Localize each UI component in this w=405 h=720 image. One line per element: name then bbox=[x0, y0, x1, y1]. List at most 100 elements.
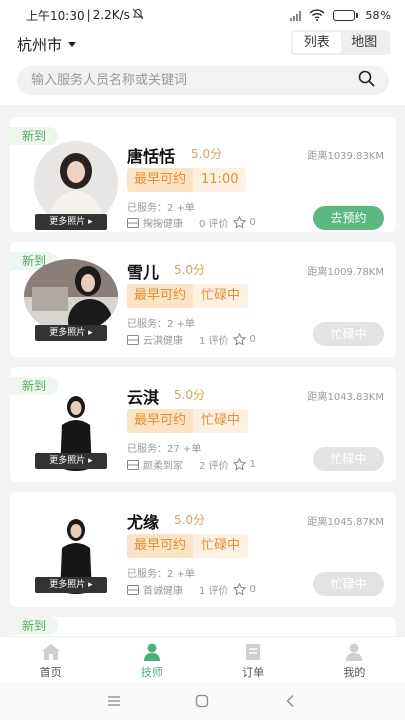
busy-button[interactable]: 忙碌中 bbox=[313, 447, 384, 471]
battery-level: 58 bbox=[365, 8, 380, 22]
worker-card[interactable]: 新到 bbox=[10, 617, 396, 636]
system-nav-bar bbox=[0, 682, 405, 720]
more-photos-button[interactable]: 更多照片 ▸ bbox=[35, 453, 107, 469]
worker-name: 云淇 bbox=[127, 388, 160, 407]
worker-score: 5.0分 bbox=[174, 388, 206, 402]
worker-list: 新到 更多照片 ▸ 唐恬恬 5.0分 距离1039.83KM 最早可约 11:0… bbox=[0, 105, 405, 636]
served-count: 已服务：2 +单 bbox=[127, 203, 195, 214]
store-icon bbox=[127, 334, 139, 345]
city-name: 杭州市 bbox=[17, 36, 63, 54]
star-rating: 0 bbox=[249, 217, 256, 228]
book-button[interactable]: 去预约 bbox=[313, 206, 384, 230]
availability: 最早可约 忙碌中 bbox=[127, 284, 249, 308]
worker-distance: 距离1045.87KM bbox=[307, 517, 384, 528]
review-count: 2 评价 bbox=[199, 461, 229, 472]
worker-name: 尤缘 bbox=[127, 513, 160, 532]
availability-label: 最早可约 bbox=[127, 409, 194, 433]
home-icon bbox=[41, 644, 60, 660]
more-photos-button[interactable]: 更多照片 ▸ bbox=[35, 577, 107, 593]
served-count: 已服务：27 +单 bbox=[127, 444, 202, 455]
store-name: 颜柔到家 bbox=[143, 461, 183, 472]
busy-button[interactable]: 忙碌中 bbox=[313, 572, 384, 596]
new-badge: 新到 bbox=[10, 127, 58, 145]
technician-icon bbox=[143, 643, 160, 661]
worker-meta: 首诚健康 1 评价 0 bbox=[127, 582, 256, 597]
status-bar: 上午10:30 | 2.2K/s 58% bbox=[0, 0, 405, 30]
worker-score: 5.0分 bbox=[191, 147, 223, 161]
profile-icon bbox=[346, 643, 363, 661]
worker-distance: 距离1043.83KM bbox=[307, 392, 384, 403]
star-icon bbox=[232, 216, 246, 229]
store-icon bbox=[127, 217, 139, 228]
search-bar bbox=[17, 66, 389, 95]
tab-orders[interactable]: 订单 bbox=[203, 637, 304, 682]
star-rating: 0 bbox=[249, 584, 256, 595]
availability: 最早可约 11:00 bbox=[127, 168, 247, 192]
worker-photo[interactable] bbox=[34, 141, 118, 225]
worker-score: 5.0分 bbox=[174, 263, 206, 277]
tab-label: 订单 bbox=[242, 666, 265, 679]
store-icon bbox=[127, 459, 139, 470]
store-name: 掬掬健康 bbox=[143, 219, 183, 230]
menu-icon[interactable] bbox=[107, 694, 121, 708]
search-input[interactable] bbox=[31, 73, 358, 88]
bottom-tab-bar: 首页 技师 订单 我的 bbox=[0, 636, 405, 682]
tab-list[interactable]: 列表 bbox=[293, 32, 341, 53]
home-square-icon[interactable] bbox=[195, 694, 209, 708]
availability-value: 忙碌中 bbox=[193, 409, 249, 433]
battery-icon bbox=[332, 9, 358, 21]
availability: 最早可约 忙碌中 bbox=[127, 534, 249, 558]
worker-meta: 颜柔到家 2 评价 1 bbox=[127, 457, 256, 472]
view-toggle: 列表 地图 bbox=[291, 30, 390, 55]
worker-photo[interactable] bbox=[24, 259, 118, 333]
tab-profile[interactable]: 我的 bbox=[304, 637, 405, 682]
busy-button[interactable]: 忙碌中 bbox=[313, 322, 384, 346]
order-icon bbox=[246, 644, 261, 660]
worker-distance: 距离1009.78KM bbox=[307, 267, 384, 278]
star-icon bbox=[232, 333, 246, 346]
tab-technician[interactable]: 技师 bbox=[101, 637, 202, 682]
worker-card[interactable]: 新到 更多照片 ▸ 云淇 5.0分 距离1043.83KM 最早可约 忙碌中 已… bbox=[10, 367, 396, 482]
back-icon[interactable] bbox=[284, 694, 298, 708]
availability-label: 最早可约 bbox=[127, 534, 194, 558]
review-count: 0 评价 bbox=[199, 219, 229, 230]
store-icon bbox=[127, 584, 139, 595]
worker-score: 5.0分 bbox=[174, 513, 206, 527]
star-icon bbox=[232, 458, 246, 471]
availability-label: 最早可约 bbox=[127, 168, 194, 192]
availability: 最早可约 忙碌中 bbox=[127, 409, 249, 433]
review-count: 1 评价 bbox=[199, 586, 229, 597]
search-icon[interactable] bbox=[358, 70, 375, 91]
star-icon bbox=[232, 583, 246, 596]
status-time: 上午10:30 bbox=[26, 8, 85, 23]
header: 杭州市 列表 地图 bbox=[0, 30, 405, 105]
worker-meta: 云淇健康 1 评价 0 bbox=[127, 332, 256, 347]
availability-value: 忙碌中 bbox=[193, 284, 249, 308]
tab-map[interactable]: 地图 bbox=[341, 32, 389, 53]
worker-card[interactable]: 更多照片 ▸ 尤缘 5.0分 距离1045.87KM 最早可约 忙碌中 已服务：… bbox=[10, 492, 396, 607]
worker-distance: 距离1039.83KM bbox=[307, 151, 384, 162]
worker-card[interactable]: 新到 更多照片 ▸ 雪儿 5.0分 距离1009.78KM 最早可约 忙碌中 已… bbox=[10, 242, 396, 357]
worker-name: 唐恬恬 bbox=[127, 147, 176, 166]
worker-name: 雪儿 bbox=[127, 263, 160, 282]
status-speed: 2.2K/s bbox=[92, 8, 130, 22]
caret-down-icon bbox=[68, 42, 77, 47]
mute-icon bbox=[132, 8, 144, 23]
signal-icon bbox=[289, 10, 301, 21]
availability-label: 最早可约 bbox=[127, 284, 194, 308]
more-photos-button[interactable]: 更多照片 ▸ bbox=[35, 214, 107, 230]
percent-sign: % bbox=[380, 8, 391, 22]
store-name: 云淇健康 bbox=[143, 336, 183, 347]
star-rating: 0 bbox=[249, 334, 256, 345]
status-separator: | bbox=[86, 8, 91, 22]
store-name: 首诚健康 bbox=[143, 586, 183, 597]
availability-value: 忙碌中 bbox=[193, 534, 249, 558]
worker-card[interactable]: 新到 更多照片 ▸ 唐恬恬 5.0分 距离1039.83KM 最早可约 11:0… bbox=[10, 117, 396, 232]
tab-home[interactable]: 首页 bbox=[0, 637, 101, 682]
new-badge: 新到 bbox=[10, 617, 58, 635]
served-count: 已服务：2 +单 bbox=[127, 569, 195, 580]
new-badge: 新到 bbox=[10, 377, 58, 395]
city-selector[interactable]: 杭州市 bbox=[17, 34, 77, 55]
more-photos-button[interactable]: 更多照片 ▸ bbox=[35, 325, 107, 341]
tab-label: 我的 bbox=[343, 666, 366, 679]
